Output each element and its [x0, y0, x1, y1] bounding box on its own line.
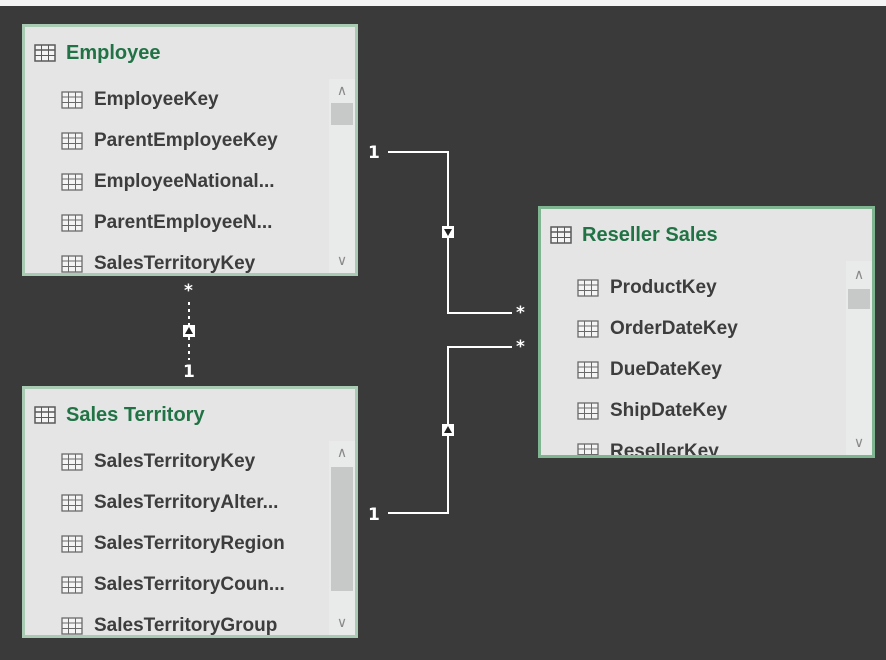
column-icon [577, 442, 599, 455]
chevron-up-icon[interactable]: ∧ [846, 263, 872, 285]
chevron-down-icon[interactable]: ∨ [329, 249, 355, 271]
table-header[interactable]: Employee [25, 27, 355, 79]
cardinality-label: 1 [368, 143, 380, 163]
column-icon [577, 401, 599, 420]
filter-direction-arrow-icon[interactable] [442, 424, 454, 436]
scroll-thumb[interactable] [331, 103, 353, 125]
chevron-down-icon[interactable]: ∨ [329, 611, 355, 633]
column-icon [61, 254, 83, 273]
field-row[interactable]: ParentEmployeeKey [25, 120, 329, 161]
vertical-scrollbar[interactable]: ∧ ∨ [329, 79, 355, 273]
table-title: Reseller Sales [582, 223, 718, 246]
field-row[interactable]: SalesTerritoryKey [25, 243, 329, 273]
field-row[interactable]: SalesTerritoryKey [25, 441, 329, 482]
field-label: ResellerKey [610, 440, 719, 456]
field-label: SalesTerritoryRegion [94, 532, 285, 554]
column-icon [61, 493, 83, 512]
vertical-scrollbar[interactable]: ∧ ∨ [329, 441, 355, 635]
field-label: SalesTerritoryGroup [94, 614, 278, 636]
field-row[interactable]: SalesTerritoryAlter... [25, 482, 329, 523]
table-title: Employee [66, 41, 161, 64]
cardinality-label: 1 [183, 362, 195, 382]
column-icon [61, 575, 83, 594]
table-title: Sales Territory [66, 403, 205, 426]
field-row[interactable]: EmployeeNational... [25, 161, 329, 202]
scroll-thumb[interactable] [331, 467, 353, 591]
field-label: EmployeeKey [94, 88, 219, 110]
column-icon [61, 213, 83, 232]
field-row[interactable]: ResellerKey [541, 431, 846, 455]
cardinality-label: * [184, 281, 193, 301]
field-row[interactable]: SalesTerritoryRegion [25, 523, 329, 564]
field-label: ParentEmployeeN... [94, 211, 273, 233]
field-label: ProductKey [610, 276, 717, 298]
table-card-employee[interactable]: Employee EmployeeKey ParentEmployeeKey E… [22, 24, 358, 276]
field-label: SalesTerritoryKey [94, 450, 256, 472]
diagram-canvas: 1 * 1 * * 1 Employee EmployeeKey ParentE… [0, 0, 886, 660]
filter-direction-arrow-icon[interactable] [442, 226, 454, 238]
field-label: ShipDateKey [610, 399, 728, 421]
table-header[interactable]: Sales Territory [25, 389, 355, 441]
table-grid-icon [550, 226, 572, 244]
field-row[interactable]: ParentEmployeeN... [25, 202, 329, 243]
cardinality-label: * [516, 337, 525, 357]
field-list: ProductKey OrderDateKey DueDateKey ShipD… [541, 267, 846, 455]
column-icon [61, 616, 83, 635]
field-row[interactable]: ShipDateKey [541, 390, 846, 431]
field-label: EmployeeNational... [94, 170, 275, 192]
cardinality-label: * [516, 303, 525, 323]
table-grid-icon [34, 44, 56, 62]
column-icon [61, 131, 83, 150]
chevron-up-icon[interactable]: ∧ [329, 441, 355, 463]
filter-direction-arrow-icon[interactable] [183, 325, 195, 337]
field-label: OrderDateKey [610, 317, 738, 339]
field-label: SalesTerritoryKey [94, 252, 256, 274]
column-icon [577, 360, 599, 379]
cardinality-label: 1 [368, 505, 380, 525]
column-icon [61, 90, 83, 109]
table-card-reseller-sales[interactable]: Reseller Sales ProductKey OrderDateKey D… [538, 206, 875, 458]
column-icon [577, 319, 599, 338]
field-label: SalesTerritoryAlter... [94, 491, 279, 513]
field-row[interactable]: EmployeeKey [25, 79, 329, 120]
column-icon [61, 172, 83, 191]
field-list: SalesTerritoryKey SalesTerritoryAlter...… [25, 441, 329, 635]
field-row[interactable]: OrderDateKey [541, 308, 846, 349]
vertical-scrollbar[interactable]: ∧ ∨ [846, 261, 872, 455]
field-label: ParentEmployeeKey [94, 129, 278, 151]
field-label: DueDateKey [610, 358, 722, 380]
table-header[interactable]: Reseller Sales [541, 209, 872, 261]
field-list: EmployeeKey ParentEmployeeKey EmployeeNa… [25, 79, 329, 273]
scroll-thumb[interactable] [848, 289, 870, 309]
column-icon [61, 452, 83, 471]
field-label: SalesTerritoryCoun... [94, 573, 285, 595]
table-card-sales-territory[interactable]: Sales Territory SalesTerritoryKey SalesT… [22, 386, 358, 638]
field-row[interactable]: SalesTerritoryGroup [25, 605, 329, 635]
column-icon [61, 534, 83, 553]
field-row[interactable]: SalesTerritoryCoun... [25, 564, 329, 605]
field-row[interactable]: DueDateKey [541, 349, 846, 390]
chevron-down-icon[interactable]: ∨ [846, 431, 872, 453]
table-grid-icon [34, 406, 56, 424]
chevron-up-icon[interactable]: ∧ [329, 79, 355, 101]
column-icon [577, 278, 599, 297]
field-row[interactable]: ProductKey [541, 267, 846, 308]
